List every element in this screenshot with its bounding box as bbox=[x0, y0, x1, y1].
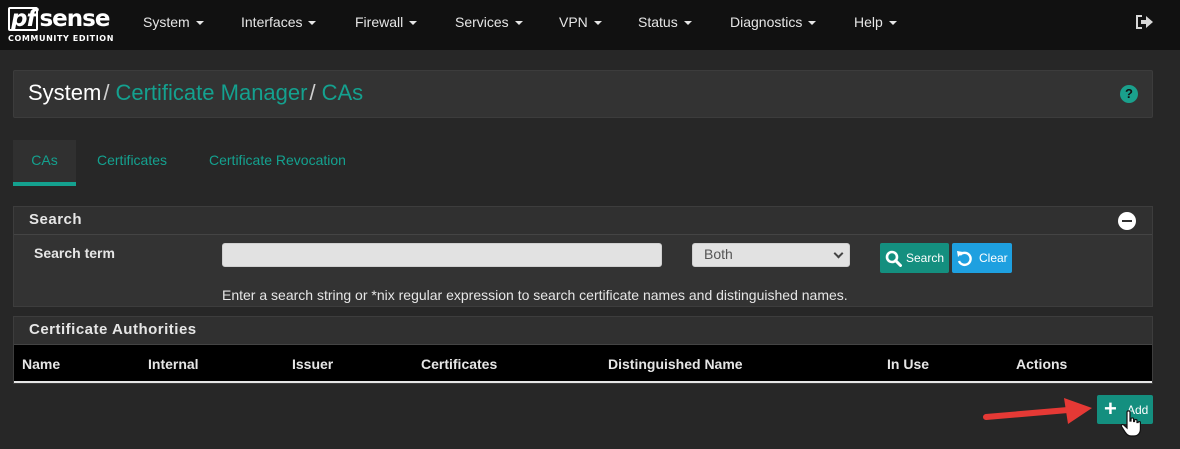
tab-certificate-revocation[interactable]: Certificate Revocation bbox=[209, 140, 346, 186]
ca-table-header: Name Internal Issuer Certificates Distin… bbox=[14, 345, 1152, 383]
pfsense-logo[interactable]: pf sense COMMUNITY EDITION bbox=[6, 6, 118, 46]
plus-icon: + bbox=[1104, 396, 1117, 421]
breadcrumb-cas[interactable]: CAs bbox=[322, 80, 364, 105]
caret-down-icon bbox=[808, 21, 817, 25]
hand-pointer-icon bbox=[1120, 410, 1141, 437]
search-panel: Search Search term Both Search Clear Ent… bbox=[13, 206, 1153, 307]
caret-down-icon bbox=[683, 21, 692, 25]
menu-diagnostics[interactable]: Diagnostics bbox=[730, 0, 817, 50]
tab-cas[interactable]: CAs bbox=[13, 140, 76, 186]
search-panel-heading: Search bbox=[14, 207, 1152, 235]
column-header-issuer: Issuer bbox=[292, 356, 334, 372]
menu-services[interactable]: Services bbox=[455, 0, 523, 50]
menu-vpn[interactable]: VPN bbox=[559, 0, 602, 50]
tab-certificates[interactable]: Certificates bbox=[97, 140, 167, 186]
clear-button[interactable]: Clear bbox=[952, 243, 1012, 273]
search-icon bbox=[885, 250, 902, 267]
breadcrumb-certificate-manager[interactable]: Certificate Manager bbox=[115, 80, 307, 105]
column-header-name: Name bbox=[22, 356, 61, 372]
menu-interfaces[interactable]: Interfaces bbox=[241, 0, 317, 50]
search-input[interactable] bbox=[222, 243, 662, 267]
help-icon[interactable]: ? bbox=[1120, 85, 1138, 103]
breadcrumb: System/Certificate Manager/CAs bbox=[28, 80, 364, 105]
menu-firewall[interactable]: Firewall bbox=[355, 0, 418, 50]
caret-down-icon bbox=[409, 21, 418, 25]
column-header-distinguished-name: Distinguished Name bbox=[608, 356, 743, 372]
top-navbar: pf sense COMMUNITY EDITION System Interfa… bbox=[0, 0, 1180, 50]
menu-system[interactable]: System bbox=[143, 0, 204, 50]
search-term-label: Search term bbox=[34, 245, 115, 261]
collapse-icon[interactable] bbox=[1118, 212, 1136, 230]
undo-icon bbox=[957, 251, 972, 267]
search-button[interactable]: Search bbox=[880, 243, 949, 273]
search-scope-select[interactable]: Both bbox=[692, 243, 850, 267]
caret-down-icon bbox=[195, 21, 204, 25]
menu-status[interactable]: Status bbox=[638, 0, 692, 50]
column-header-certificates: Certificates bbox=[421, 356, 498, 372]
logout-icon[interactable] bbox=[1134, 13, 1154, 31]
ca-panel: Certificate Authorities Name Internal Is… bbox=[13, 316, 1153, 384]
annotation-arrow-icon bbox=[983, 398, 1092, 424]
breadcrumb-system: System bbox=[28, 80, 102, 105]
caret-down-icon bbox=[888, 21, 897, 25]
menu-help[interactable]: Help bbox=[854, 0, 897, 50]
ca-panel-heading: Certificate Authorities bbox=[14, 317, 1152, 345]
caret-down-icon bbox=[308, 21, 317, 25]
search-help-text: Enter a search string or *nix regular ex… bbox=[222, 287, 848, 303]
caret-down-icon bbox=[514, 21, 523, 25]
column-header-actions: Actions bbox=[1016, 356, 1068, 372]
column-header-internal: Internal bbox=[148, 356, 199, 372]
caret-down-icon bbox=[593, 21, 602, 25]
column-header-in-use: In Use bbox=[887, 356, 930, 372]
chevron-down-icon bbox=[833, 248, 844, 259]
page-header: System/Certificate Manager/CAs ? bbox=[13, 70, 1153, 118]
